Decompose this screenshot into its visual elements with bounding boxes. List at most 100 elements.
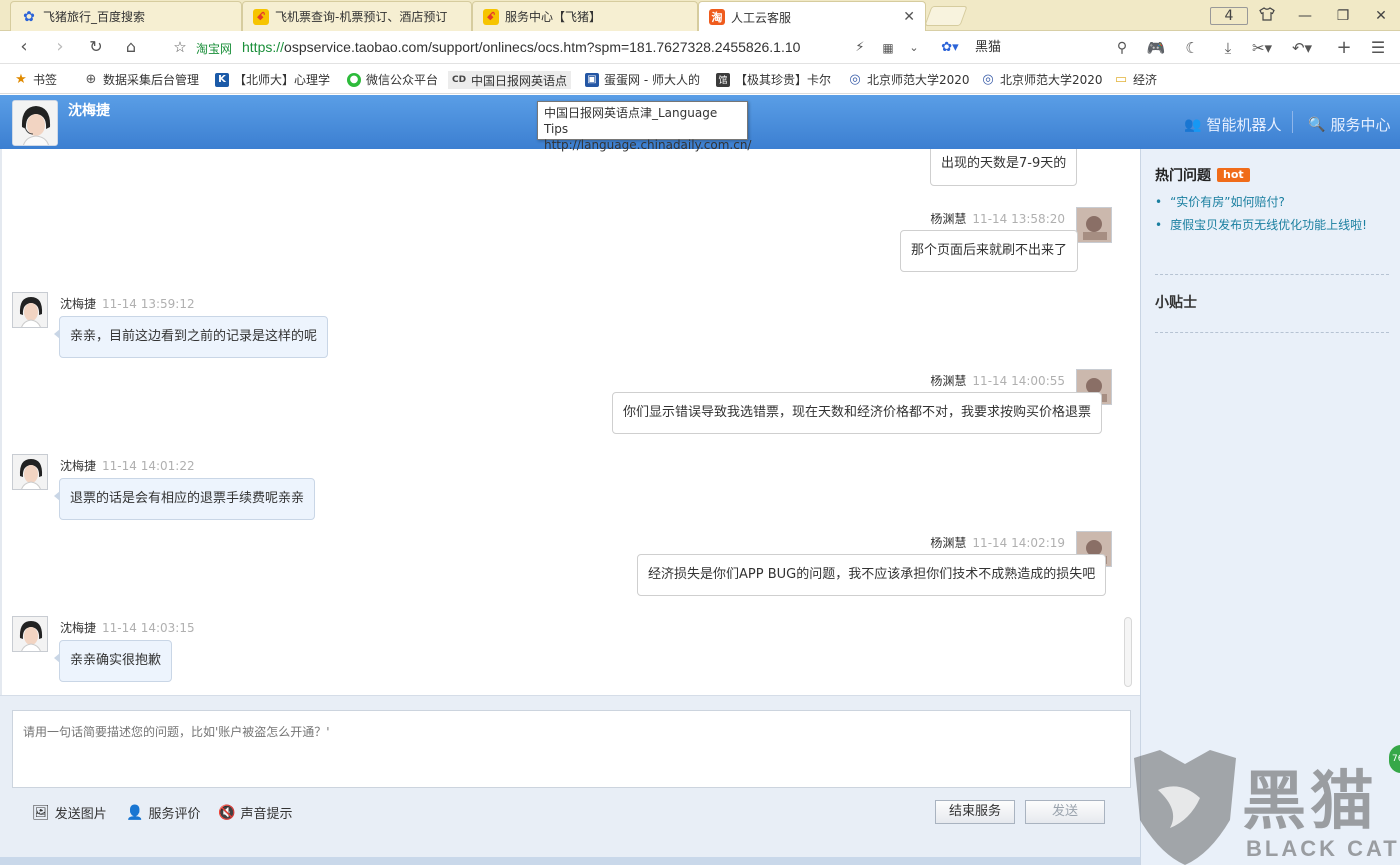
gamepad-icon[interactable]: 🎮 xyxy=(1144,37,1168,59)
agent-avatar xyxy=(12,616,48,652)
scissors-icon[interactable]: ✂▾ xyxy=(1250,37,1274,59)
tooltip-title: 中国日报网英语点津_Language Tips xyxy=(544,106,718,136)
bookmark-item[interactable]: ⊕ 数据采集后台管理 xyxy=(84,71,199,88)
search-input[interactable]: 黑猫 xyxy=(975,37,1105,59)
user-icon: 👤 xyxy=(126,804,144,821)
bookmark-star-icon[interactable]: ☆ xyxy=(168,36,192,58)
send-button[interactable]: 发送 xyxy=(1025,800,1105,824)
url-scheme: https:// xyxy=(242,39,285,55)
agent-name: 沈梅捷 xyxy=(68,103,110,119)
forward-arrow-icon[interactable]: › xyxy=(48,36,72,58)
send-image-button[interactable]: 🖼 发送图片 xyxy=(32,803,107,823)
image-icon: 🖼 xyxy=(32,804,50,821)
service-center-link[interactable]: 🔍 服务中心 xyxy=(1308,114,1390,135)
close-tab-icon[interactable]: ✕ xyxy=(903,9,915,25)
lightning-icon[interactable]: ⚡ xyxy=(848,37,872,59)
faq-link[interactable]: • “实价有房”如何赔付? xyxy=(1155,191,1375,214)
undo-icon[interactable]: ↶▾ xyxy=(1290,37,1314,59)
chat-scrollbar[interactable] xyxy=(1124,617,1132,687)
hot-questions-title: 热门问题 hot xyxy=(1155,165,1250,185)
user-message-bubble: 那个页面后来就刷不出来了 xyxy=(900,230,1079,272)
taskbar-strip xyxy=(0,857,1140,865)
user-avatar xyxy=(1076,207,1112,243)
agent-message-bubble: 亲亲，目前这边看到之前的记录是这样的呢 xyxy=(53,316,329,358)
agent-message-bubble: 退票的话是会有相应的退票手续费呢亲亲 xyxy=(53,478,316,520)
tips-title: 小贴士 xyxy=(1155,295,1197,311)
bookmark-item[interactable]: ◎ 北京师范大学2020 xyxy=(848,71,969,88)
home-icon[interactable]: ⌂ xyxy=(119,36,143,58)
close-window-icon[interactable]: ✕ xyxy=(1362,8,1400,24)
globe-icon: ⊕ xyxy=(85,72,97,87)
message-meta: 沈梅捷 11-14 14:01:22 xyxy=(60,459,195,473)
fliggy-icon: ꗃ xyxy=(253,8,269,25)
agent-avatar xyxy=(12,100,58,146)
tab-service-center[interactable]: ꗃ 服务中心【飞猪】 xyxy=(472,1,698,31)
night-mode-icon[interactable]: ☾ xyxy=(1180,37,1204,59)
hot-badge: hot xyxy=(1217,168,1250,182)
folder-icon: ▭ xyxy=(1114,72,1128,87)
bookmark-item[interactable]: 馆【极其珍贵】卡尔 xyxy=(716,71,831,88)
k-icon: K xyxy=(215,72,229,87)
bookmark-item[interactable]: ▣ 蛋蛋网 - 师大人的 xyxy=(585,71,700,88)
tab-title: 服务中心【飞猪】 xyxy=(505,10,602,24)
menu-icon[interactable]: ☰ xyxy=(1366,37,1390,59)
message-meta: 沈梅捷 11-14 14:03:15 xyxy=(60,621,195,635)
bookmark-item[interactable]: ★ 书签 xyxy=(14,71,57,88)
bookmark-item-hovered[interactable]: CD 中国日报网英语点 xyxy=(448,71,572,89)
chevron-down-icon[interactable]: ⌄ xyxy=(902,37,926,59)
tab-flight-search[interactable]: ꗃ 飞机票查询-机票预订、酒店预订 xyxy=(242,1,472,31)
users-icon: 👥 xyxy=(1184,116,1202,133)
restore-icon[interactable]: ❐ xyxy=(1324,8,1362,24)
bnu-icon: ◎ xyxy=(849,72,861,87)
download-icon[interactable]: ⤓ xyxy=(1216,37,1240,59)
star-icon: ★ xyxy=(15,72,27,87)
agent-message-bubble: 亲亲确实很抱歉 xyxy=(53,640,173,682)
search-doc-icon: 🔍 xyxy=(1308,116,1326,133)
message-composer: 🖼发送图片 👤服务评价 🔇声音提示 结束服务 发送 xyxy=(0,695,1140,865)
bookmark-item[interactable]: ● 微信公众平台 xyxy=(347,71,438,88)
bookmark-item[interactable]: K 【北师大】心理学 xyxy=(215,71,330,88)
message-input[interactable] xyxy=(12,710,1131,788)
tab-title: 飞机票查询-机票预订、酒店预订 xyxy=(275,10,448,24)
agent-avatar xyxy=(12,292,48,328)
new-tab-button[interactable] xyxy=(924,6,968,26)
agent-avatar xyxy=(12,454,48,490)
bookmark-item[interactable]: ◎ 北京师范大学2020 xyxy=(981,71,1102,88)
message-meta: 杨渊慧 11-14 14:00:55 xyxy=(930,374,1065,388)
tab-human-customer-service[interactable]: 淘 人工云客服 ✕ xyxy=(698,1,926,32)
bullet-icon: • xyxy=(1155,218,1163,232)
rate-service-button[interactable]: 👤 服务评价 xyxy=(126,803,200,823)
shirt-skin-icon[interactable] xyxy=(1248,6,1286,25)
chat-history[interactable]: 出现的天数是7-9天的 杨渊慧 11-14 13:58:20 那个页面后来就刷不出… xyxy=(0,149,1140,695)
faq-link[interactable]: • 度假宝贝发布页无线优化功能上线啦! xyxy=(1155,214,1375,237)
tab-baidu-search[interactable]: ✿ 飞猪旅行_百度搜索 xyxy=(10,1,242,31)
floating-widget[interactable]: 76 xyxy=(1389,745,1400,773)
minimize-icon[interactable]: — xyxy=(1286,8,1324,24)
tooltip-url: http://language.chinadaily.com.cn/ xyxy=(544,138,752,152)
message-meta: 沈梅捷 11-14 13:59:12 xyxy=(60,297,195,311)
smart-robot-link[interactable]: 👥 智能机器人 xyxy=(1184,114,1281,135)
sound-alert-toggle[interactable]: 🔇 声音提示 xyxy=(218,803,292,823)
bookmark-tooltip: 中国日报网英语点津_Language Tips http://language.… xyxy=(537,101,751,152)
mute-speaker-icon: 🔇 xyxy=(218,804,236,821)
chinadaily-icon: CD xyxy=(451,75,467,85)
reload-icon[interactable]: ↻ xyxy=(84,36,108,58)
tab-title: 飞猪旅行_百度搜索 xyxy=(43,10,146,24)
end-service-button[interactable]: 结束服务 xyxy=(935,800,1015,824)
bnu-icon: ◎ xyxy=(982,72,994,87)
tab-count-indicator[interactable]: 4 xyxy=(1210,6,1248,25)
search-icon[interactable]: ⚲ xyxy=(1110,37,1134,59)
message-meta: 杨渊慧 11-14 13:58:20 xyxy=(930,212,1065,226)
divider xyxy=(1155,274,1389,275)
user-message-bubble: 你们显示错误导致我选错票，现在天数和经济价格都不对，我要求按购买价格退票 xyxy=(612,392,1103,434)
back-arrow-icon[interactable]: ‹ xyxy=(12,36,36,58)
url-text: ospservice.taobao.com/support/onlinecs/o… xyxy=(284,39,801,55)
bullet-icon: • xyxy=(1155,195,1163,209)
qr-code-icon[interactable]: ▦ xyxy=(876,37,900,59)
bookmark-folder[interactable]: ▭ 经济 xyxy=(1114,71,1157,88)
book-icon: 馆 xyxy=(716,72,730,87)
baidu-paw-icon[interactable]: ✿▾ xyxy=(938,37,962,59)
window-controls: 4 — ❐ ✕ xyxy=(1210,0,1400,31)
url-field[interactable]: https://ospservice.taobao.com/support/on… xyxy=(242,39,800,55)
plus-icon[interactable]: + xyxy=(1332,37,1356,59)
